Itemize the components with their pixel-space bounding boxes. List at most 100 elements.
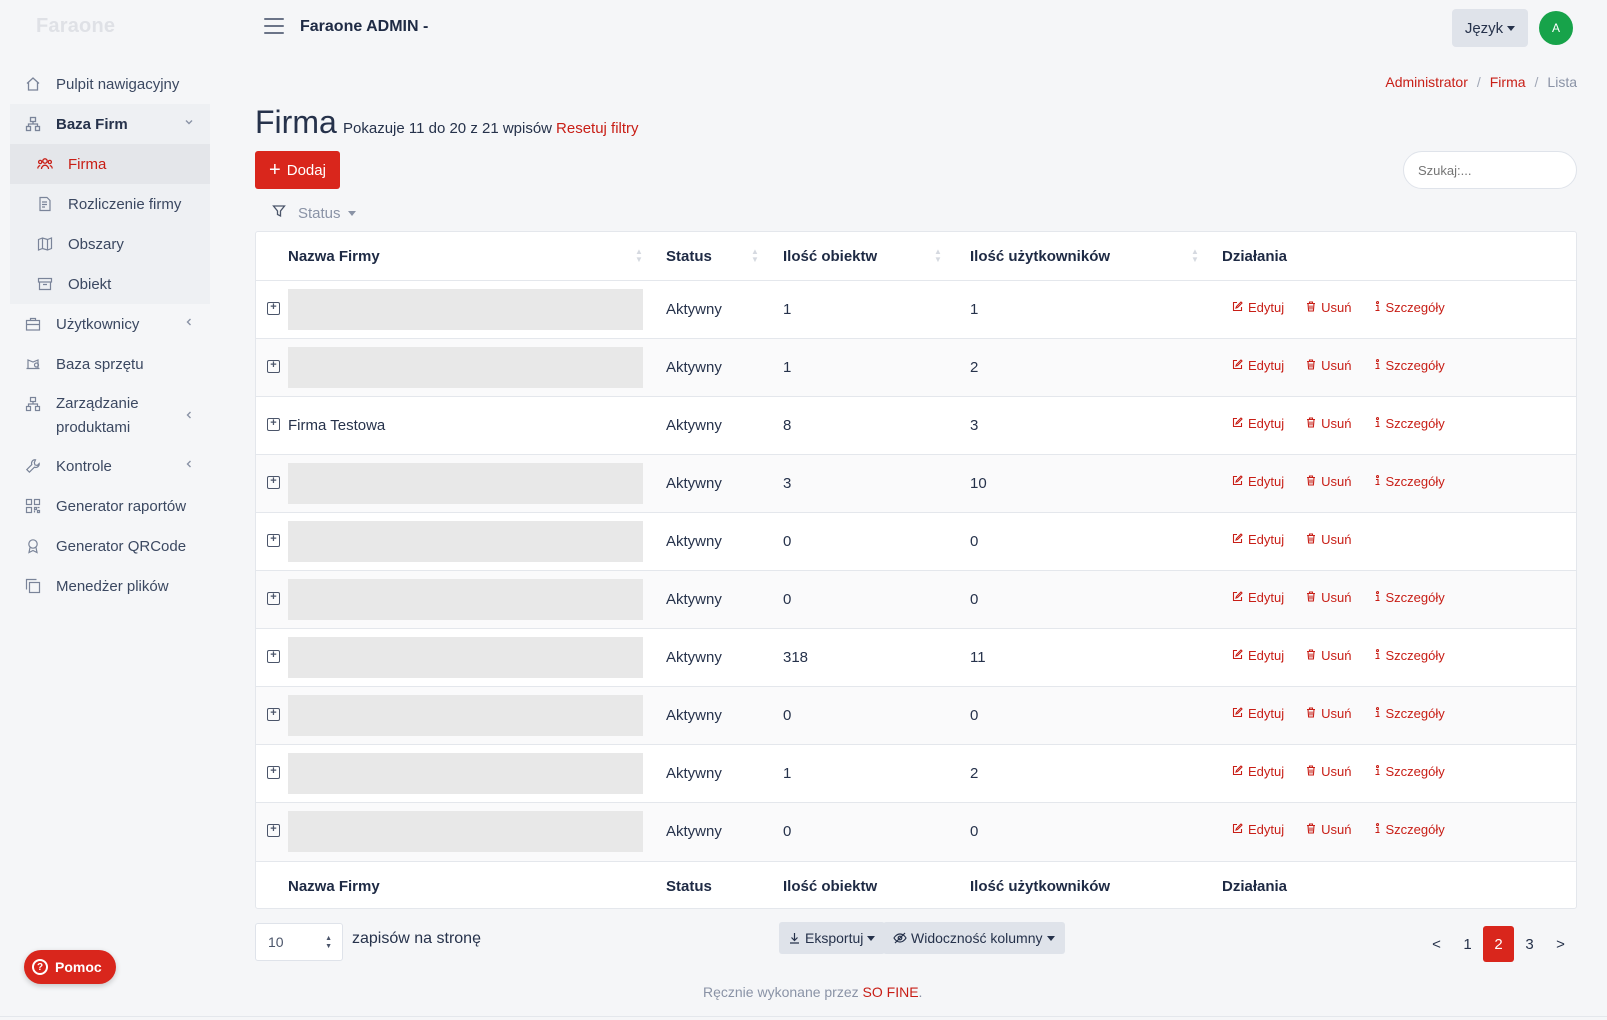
sidebar-item-dashboard[interactable]: Pulpit nawigacyjny [10, 64, 210, 104]
delete-button[interactable]: Usuń [1306, 358, 1352, 373]
expand-row-icon[interactable]: + [267, 302, 280, 315]
sort-icon[interactable]: ▲ ▼ [934, 248, 942, 264]
breadcrumb-firma[interactable]: Firma [1490, 74, 1526, 90]
sort-icon[interactable]: ▲ ▼ [635, 248, 643, 264]
info-icon [1374, 648, 1381, 663]
download-icon [789, 932, 800, 944]
sidebar-item-product-management[interactable]: Zarządzanie produktami [10, 384, 210, 446]
delete-button[interactable]: Usuń [1306, 532, 1352, 547]
column-header-status[interactable]: Status [666, 248, 712, 265]
details-button[interactable]: Szczegóły [1374, 300, 1445, 315]
users-cell: 11 [970, 649, 986, 666]
edit-button[interactable]: Edytuj [1232, 416, 1284, 431]
sidebar-item-label: Baza sprzętu [56, 355, 144, 373]
column-header-objects[interactable]: Ilość obiektw [783, 248, 877, 265]
edit-button[interactable]: Edytuj [1232, 590, 1284, 605]
delete-button[interactable]: Usuń [1306, 300, 1352, 315]
page-1[interactable]: 1 [1452, 926, 1483, 962]
reset-filters-link[interactable]: Resetuj filtry [556, 120, 639, 137]
export-button[interactable]: Eksportuj [779, 922, 886, 954]
edit-button[interactable]: Edytuj [1232, 822, 1284, 837]
page-2[interactable]: 2 [1483, 926, 1514, 962]
delete-button[interactable]: Usuń [1306, 416, 1352, 431]
expand-row-icon[interactable]: + [267, 476, 280, 489]
menu-toggle-icon[interactable] [264, 18, 284, 34]
edit-button[interactable]: Edytuj [1232, 648, 1284, 663]
details-button[interactable]: Szczegóły [1374, 764, 1445, 779]
row-actions: Edytuj Usuń [1232, 532, 1374, 547]
details-button[interactable]: Szczegóły [1374, 648, 1445, 663]
page-prev[interactable]: < [1421, 926, 1452, 962]
trash-icon [1306, 764, 1316, 779]
add-button[interactable]: + Dodaj [255, 151, 340, 189]
edit-button[interactable]: Edytuj [1232, 300, 1284, 315]
column-visibility-button[interactable]: Widoczność kolumny [883, 922, 1065, 954]
delete-button[interactable]: Usuń [1306, 474, 1352, 489]
edit-label: Edytuj [1248, 822, 1285, 837]
delete-button[interactable]: Usuń [1306, 590, 1352, 605]
per-page-select[interactable]: 10 ▲ ▼ [255, 923, 343, 961]
search-input[interactable] [1403, 151, 1577, 189]
edit-button[interactable]: Edytuj [1232, 358, 1284, 373]
sidebar-item-file-manager[interactable]: Menedżer plików [10, 566, 210, 606]
sidebar-item-firma[interactable]: Firma [10, 144, 210, 184]
expand-row-icon[interactable]: + [267, 824, 280, 837]
sidebar-item-equipment-base[interactable]: Baza sprzętu [10, 344, 210, 384]
help-button[interactable]: ? Pomoc [24, 950, 116, 984]
sidebar-item-areas[interactable]: Obszary [10, 224, 210, 264]
column-header-users[interactable]: Ilość użytkowników [970, 248, 1110, 265]
details-button[interactable]: Szczegóły [1374, 474, 1445, 489]
sidebar-item-users[interactable]: Użytkownicy [10, 304, 210, 344]
sidebar-item-controls[interactable]: Kontrole [10, 446, 210, 486]
sort-icon[interactable]: ▲ ▼ [751, 248, 759, 264]
column-header-name[interactable]: Nazwa Firmy [288, 248, 380, 265]
edit-button[interactable]: Edytuj [1232, 764, 1284, 779]
column-header-actions: Działania [1222, 247, 1288, 265]
sidebar-item-object[interactable]: Obiekt [10, 264, 210, 304]
details-button[interactable]: Szczegóły [1374, 590, 1445, 605]
expand-row-icon[interactable]: + [267, 650, 280, 663]
page-3[interactable]: 3 [1514, 926, 1545, 962]
map-icon [36, 235, 54, 253]
avatar[interactable]: A [1539, 11, 1573, 45]
pagination: < 1 2 3 > [1421, 926, 1576, 962]
brand-logo[interactable]: Faraone [36, 15, 115, 38]
details-label: Szczegóły [1385, 764, 1445, 779]
sidebar-item-company-base[interactable]: Baza Firm [10, 104, 210, 144]
details-button[interactable]: Szczegóły [1374, 822, 1445, 837]
language-dropdown[interactable]: Język [1452, 9, 1528, 47]
sidebar-item-company-billing[interactable]: Rozliczenie firmy [10, 184, 210, 224]
delete-button[interactable]: Usuń [1306, 648, 1352, 663]
status-cell: Aktywny [666, 301, 722, 318]
expand-row-icon[interactable]: + [267, 592, 280, 605]
status-filter[interactable]: Status [272, 204, 356, 222]
edit-button[interactable]: Edytuj [1232, 532, 1284, 547]
page-next[interactable]: > [1545, 926, 1576, 962]
delete-button[interactable]: Usuń [1306, 764, 1352, 779]
edit-button[interactable]: Edytuj [1232, 706, 1284, 721]
details-button[interactable]: Szczegóły [1374, 358, 1445, 373]
sort-icon[interactable]: ▲ ▼ [1191, 248, 1199, 264]
sidebar-item-qrcode-generator[interactable]: Generator QRCode [10, 526, 210, 566]
qr-grid-icon [24, 497, 42, 515]
delete-button[interactable]: Usuń [1306, 706, 1352, 721]
expand-row-icon[interactable]: + [267, 360, 280, 373]
sidebar-item-report-generator[interactable]: Generator raportów [10, 486, 210, 526]
expand-row-icon[interactable]: + [267, 418, 280, 431]
details-button[interactable]: Szczegóły [1374, 706, 1445, 721]
wrench-icon [24, 457, 42, 475]
expand-row-icon[interactable]: + [267, 766, 280, 779]
delete-button[interactable]: Usuń [1306, 822, 1352, 837]
footer-brand-link[interactable]: SO FINE [863, 984, 919, 1000]
objects-cell: 0 [783, 591, 792, 608]
details-button[interactable]: Szczegóły [1374, 416, 1445, 431]
expand-row-icon[interactable]: + [267, 708, 280, 721]
edit-icon [1232, 764, 1243, 779]
expand-row-icon[interactable]: + [267, 534, 280, 547]
row-actions: Edytuj Usuń Szczegóły [1232, 822, 1467, 837]
home-icon [24, 75, 42, 93]
divider [0, 1016, 1607, 1017]
breadcrumb-administrator[interactable]: Administrator [1385, 74, 1467, 90]
edit-button[interactable]: Edytuj [1232, 474, 1284, 489]
edit-icon [1232, 300, 1243, 315]
